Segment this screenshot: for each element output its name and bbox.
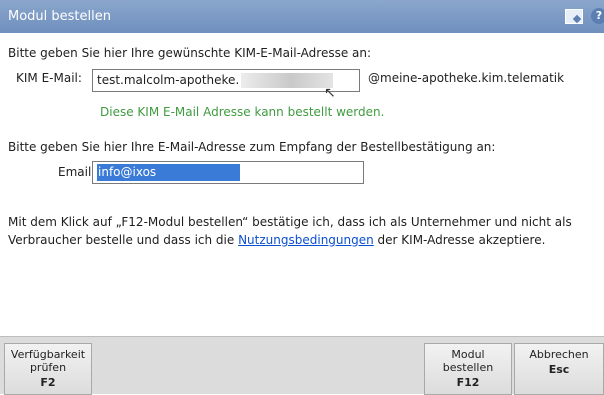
kim-email-prompt: Bitte geben Sie hier Ihre gewünschte KIM… [8, 46, 372, 60]
terms-line-1: Mit dem Klick auf „F12-Modul bestellen“ … [8, 215, 572, 229]
terms-line-2: Verbraucher bestelle und dass ich die Nu… [8, 233, 545, 247]
email-input[interactable]: info@ixos [92, 161, 364, 184]
check-availability-key: F2 [40, 376, 56, 389]
email-label: Email: [58, 165, 96, 179]
cancel-label: Abbrechen [529, 348, 589, 361]
help-icon[interactable]: ? [591, 8, 604, 24]
kim-email-value: test.malcolm-apotheke. [97, 73, 240, 87]
window-title: Modul bestellen [8, 9, 111, 24]
kim-email-input[interactable]: test.malcolm-apotheke. [92, 69, 360, 92]
email-value: info@ixos [98, 165, 157, 179]
order-module-label-1: Modul [451, 348, 485, 361]
kim-email-domain: @meine-apotheke.kim.telematik [368, 71, 565, 85]
kim-email-label: KIM E-Mail: [16, 71, 82, 85]
cancel-key: Esc [548, 363, 570, 376]
cancel-button[interactable]: Abbrechen Esc [514, 343, 604, 395]
check-availability-button[interactable]: Verfügbarkeit prüfen F2 [4, 343, 92, 395]
terms-post: der KIM-Adresse akzeptiere. [373, 233, 546, 247]
confirm-email-prompt: Bitte geben Sie hier Ihre E-Mail-Adresse… [8, 140, 496, 154]
title-bar: Modul bestellen ? [0, 0, 604, 33]
redacted-region [241, 73, 333, 88]
order-module-button[interactable]: Modul bestellen F12 [424, 343, 512, 395]
kim-status-message: Diese KIM E-Mail Adresse kann bestellt w… [100, 105, 385, 119]
mouse-cursor-icon: ↖ [324, 85, 336, 101]
order-module-key: F12 [456, 376, 480, 389]
order-module-label-2: bestellen [442, 361, 494, 374]
dialog-content: Bitte geben Sie hier Ihre gewünschte KIM… [0, 33, 604, 336]
check-availability-label-1: Verfügbarkeit [10, 348, 86, 361]
function-key-bar: Verfügbarkeit prüfen F2 Modul bestellen … [0, 336, 604, 395]
email-selection: info@ixos [97, 164, 240, 181]
terms-link[interactable]: Nutzungsbedingungen [238, 233, 374, 247]
terms-pre: Verbraucher bestelle und dass ich die [8, 233, 239, 247]
window-icon[interactable] [565, 9, 583, 24]
check-availability-label-2: prüfen [29, 361, 67, 374]
